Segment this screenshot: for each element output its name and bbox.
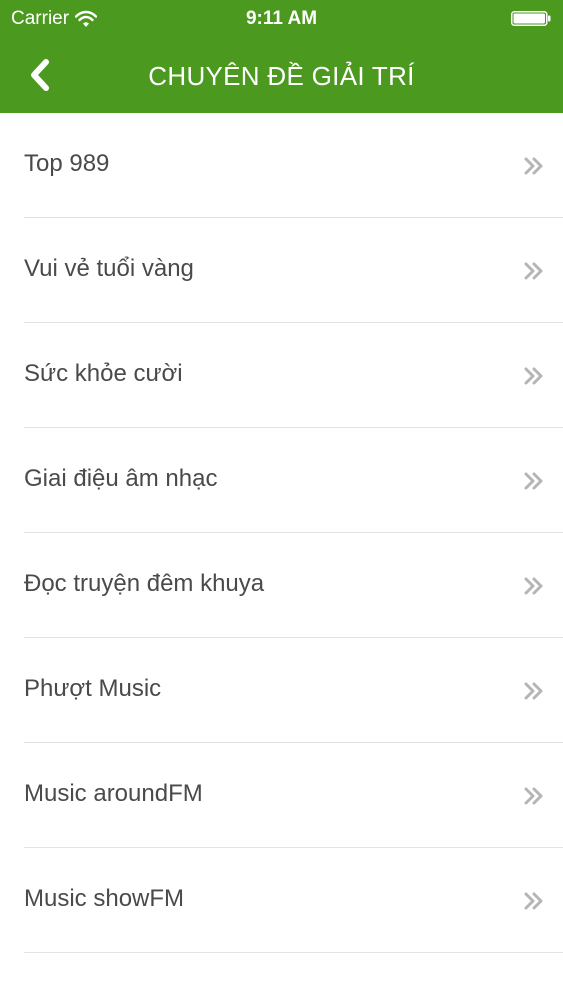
list-item-label: Music aroundFM (24, 780, 203, 807)
topic-list: Top 989 Vui vẻ tuổi vàng Sức khỏe cười G… (0, 113, 563, 953)
list-item-label: Music showFM (24, 885, 185, 912)
list-item[interactable]: Sức khỏe cười (24, 323, 563, 428)
list-item[interactable]: Giai điệu âm nhạc (24, 428, 563, 533)
list-item-label: Top 989 (24, 150, 110, 177)
list-item[interactable]: Đọc truyện đêm khuya (24, 533, 563, 638)
list-item-label: Giai điệu âm nhạc (24, 465, 218, 492)
list-item[interactable]: Top 989 (24, 113, 563, 218)
battery-icon (511, 11, 551, 26)
chevron-left-icon (31, 59, 49, 91)
status-bar: Carrier 9:11 AM (0, 0, 563, 38)
double-chevron-right-icon (524, 262, 543, 280)
list-item[interactable]: Vui vẻ tuổi vàng (24, 218, 563, 323)
list-item[interactable]: Music aroundFM (24, 743, 563, 848)
list-item[interactable]: Music showFM (24, 848, 563, 953)
page-title: CHUYÊN ĐỀ GIẢI TRÍ (148, 61, 415, 91)
list-item-label: Sức khỏe cười (24, 360, 183, 387)
double-chevron-right-icon (524, 892, 543, 910)
list-item[interactable]: Phượt Music (24, 638, 563, 743)
double-chevron-right-icon (524, 682, 543, 700)
list-item-label: Phượt Music (24, 675, 162, 702)
double-chevron-right-icon (524, 472, 543, 490)
double-chevron-right-icon (524, 577, 543, 595)
list-item-label: Đọc truyện đêm khuya (24, 570, 265, 597)
status-time: 9:11 AM (245, 8, 318, 29)
double-chevron-right-icon (524, 787, 543, 805)
header: Carrier 9:11 AM CHUYÊN ĐỀ GIẢI TRÍ (0, 0, 563, 113)
list-item-label: Vui vẻ tuổi vàng (24, 255, 194, 282)
double-chevron-right-icon (524, 157, 543, 175)
back-button[interactable] (18, 52, 62, 98)
double-chevron-right-icon (524, 367, 543, 385)
navigation-bar: CHUYÊN ĐỀ GIẢI TRÍ (0, 38, 563, 113)
